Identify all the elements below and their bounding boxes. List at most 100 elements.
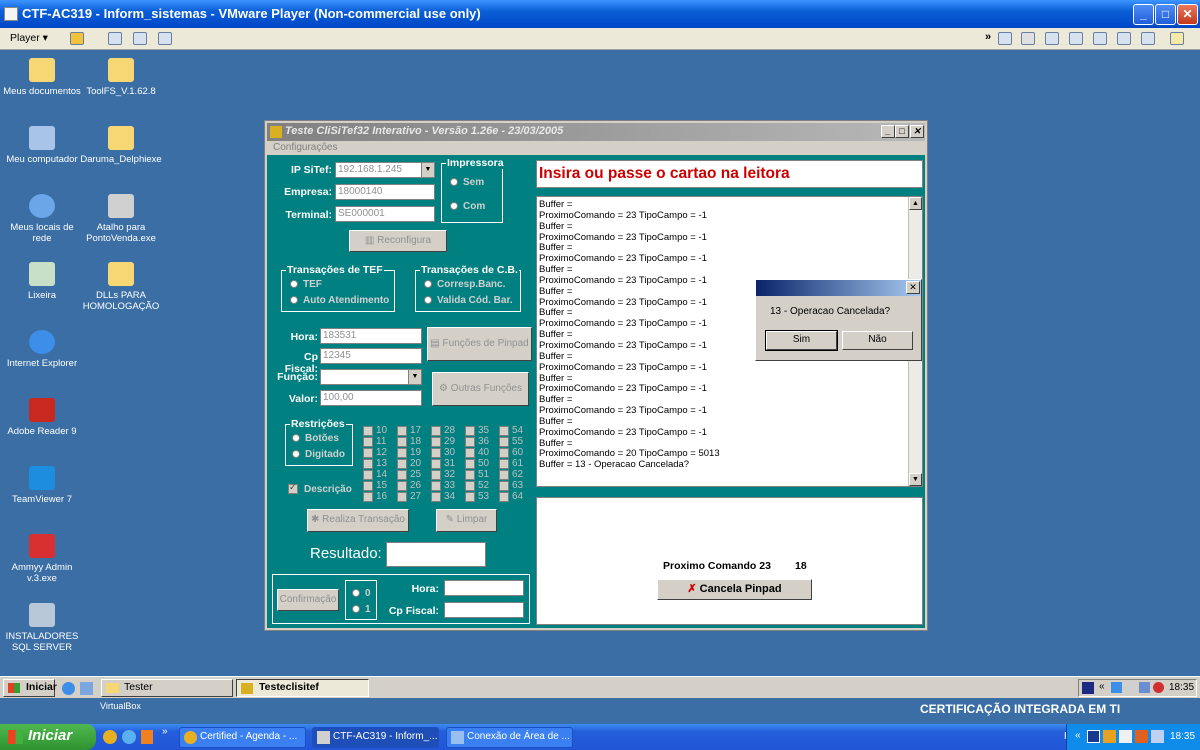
outras-funcoes-button[interactable]: ⚙ Outras Funções bbox=[432, 372, 529, 406]
unity-icon[interactable] bbox=[158, 32, 172, 45]
radio-valida-cod-bar[interactable]: Valida Cód. Bar. bbox=[424, 295, 513, 306]
desktop-icon-adobe-reader[interactable]: Adobe Reader 9 bbox=[1, 398, 83, 437]
more-devices-icon[interactable]: » bbox=[985, 31, 991, 43]
dialog-sim-button[interactable]: Sim bbox=[766, 331, 837, 350]
restriction-checkbox[interactable] bbox=[465, 481, 475, 491]
desktop-icon-dlls[interactable]: DLLs PARA HOMOLOGAÇÃO bbox=[80, 262, 162, 312]
desktop-icon-internet-explorer[interactable]: Internet Explorer bbox=[1, 330, 83, 369]
dialog-close-button[interactable]: ✕ bbox=[906, 281, 920, 294]
restriction-checkbox[interactable] bbox=[397, 492, 407, 502]
desktop-icon-meus-documentos[interactable]: Meus documentos bbox=[1, 58, 83, 97]
desktop-icon-meus-locais-rede[interactable]: Meus locais de rede bbox=[1, 194, 83, 244]
radio-sem[interactable]: Sem bbox=[450, 177, 484, 188]
host-maximize-button[interactable]: □ bbox=[1155, 4, 1176, 25]
tray-expand-icon[interactable]: « bbox=[1099, 681, 1105, 692]
limpar-button[interactable]: ✎ Limpar bbox=[436, 509, 497, 532]
restriction-checkbox[interactable] bbox=[499, 448, 509, 458]
funcoes-pinpad-button[interactable]: ▤ Funções de Pinpad bbox=[427, 327, 532, 361]
empresa-field[interactable]: 18000140 bbox=[335, 184, 435, 200]
host-task-ctf[interactable]: CTF-AC319 - Inform_... bbox=[312, 727, 439, 748]
guest-task-testeclisitef[interactable]: Testeclisitef bbox=[236, 679, 369, 697]
restriction-checkbox[interactable] bbox=[431, 470, 441, 480]
restriction-checkbox[interactable] bbox=[397, 426, 407, 436]
restriction-checkbox[interactable] bbox=[499, 437, 509, 447]
restriction-checkbox[interactable] bbox=[431, 426, 441, 436]
confirmacao-button[interactable]: Confirmação bbox=[277, 589, 339, 611]
device-network-icon[interactable] bbox=[1045, 32, 1059, 45]
desktop-icon-daruma[interactable]: Daruma_Delphiexe bbox=[80, 126, 162, 165]
host-task-conexao[interactable]: Conexão de Área de ... bbox=[446, 727, 573, 748]
device-usb4-icon[interactable] bbox=[1141, 32, 1155, 45]
device-usb2-icon[interactable] bbox=[1093, 32, 1107, 45]
guest-task-tester[interactable]: Tester bbox=[101, 679, 233, 697]
host-start-button[interactable]: Iniciar bbox=[0, 724, 96, 750]
message-log-icon[interactable] bbox=[1170, 32, 1184, 45]
restriction-checkbox[interactable] bbox=[499, 426, 509, 436]
restriction-checkbox[interactable] bbox=[363, 437, 373, 447]
quicklaunch-ie-icon[interactable] bbox=[122, 730, 136, 744]
host-minimize-button[interactable]: _ bbox=[1133, 4, 1154, 25]
restriction-checkbox[interactable] bbox=[397, 448, 407, 458]
tray-network-icon[interactable] bbox=[1111, 682, 1122, 693]
restriction-checkbox[interactable] bbox=[431, 448, 441, 458]
player-menu[interactable]: Player ▾ bbox=[10, 32, 48, 44]
restriction-checkbox[interactable] bbox=[397, 470, 407, 480]
restriction-checkbox[interactable] bbox=[431, 437, 441, 447]
tray-icon-5[interactable] bbox=[1151, 730, 1164, 743]
radio-tef[interactable]: TEF bbox=[290, 279, 322, 290]
cancela-pinpad-button[interactable]: ✗ Cancela Pinpad bbox=[657, 579, 812, 600]
device-cd-icon[interactable] bbox=[1021, 32, 1035, 45]
restriction-checkbox[interactable] bbox=[465, 426, 475, 436]
restriction-checkbox[interactable] bbox=[499, 470, 509, 480]
restriction-checkbox[interactable] bbox=[397, 437, 407, 447]
app-minimize-button[interactable]: _ bbox=[881, 125, 895, 138]
cp-fiscal-field[interactable]: 12345 bbox=[320, 348, 422, 364]
restriction-checkbox[interactable] bbox=[499, 492, 509, 502]
restriction-checkbox[interactable] bbox=[363, 492, 373, 502]
menu-configuracoes[interactable]: Configurações bbox=[273, 142, 337, 153]
device-usb-icon[interactable] bbox=[1069, 32, 1083, 45]
tray-vb-icon[interactable] bbox=[1087, 730, 1100, 743]
radio-1[interactable]: 1 bbox=[352, 604, 371, 615]
restriction-checkbox[interactable] bbox=[499, 481, 509, 491]
restriction-checkbox[interactable] bbox=[363, 459, 373, 469]
app-close-button[interactable]: ✕ bbox=[910, 125, 924, 138]
funcao-select[interactable]: ▼ bbox=[320, 369, 422, 385]
restriction-checkbox[interactable] bbox=[465, 437, 475, 447]
desktop-icon-toolfs[interactable]: ToolFS_V.1.62.8 bbox=[80, 58, 162, 97]
restriction-checkbox[interactable] bbox=[363, 448, 373, 458]
resultado-field[interactable] bbox=[386, 542, 486, 567]
restriction-checkbox[interactable] bbox=[465, 459, 475, 469]
host-task-certified[interactable]: Certified - Agenda - ... bbox=[179, 727, 306, 748]
restriction-checkbox[interactable] bbox=[465, 448, 475, 458]
ip-sitef-select[interactable]: 192.168.1.245 ▼ bbox=[335, 162, 435, 178]
desktop-icon-lixeira[interactable]: Lixeira bbox=[1, 262, 83, 301]
tray-icon-4[interactable] bbox=[1135, 730, 1148, 743]
dialog-nao-button[interactable]: Não bbox=[842, 331, 913, 350]
desktop-icon-meu-computador[interactable]: Meu computador bbox=[1, 126, 83, 165]
device-hdd-icon[interactable] bbox=[998, 32, 1012, 45]
restriction-checkbox[interactable] bbox=[499, 459, 509, 469]
app-maximize-button[interactable]: □ bbox=[895, 125, 909, 138]
scroll-down-icon[interactable]: ▼ bbox=[909, 473, 922, 486]
valor-field[interactable]: 100,00 bbox=[320, 390, 422, 406]
tray-icon-2[interactable] bbox=[1103, 730, 1116, 743]
restriction-checkbox[interactable] bbox=[363, 426, 373, 436]
hora-field[interactable]: 183531 bbox=[320, 328, 422, 344]
tray-icon-3[interactable] bbox=[1119, 730, 1132, 743]
device-usb3-icon[interactable] bbox=[1117, 32, 1131, 45]
quicklaunch-chrome-icon[interactable] bbox=[103, 730, 117, 744]
tray-app-icon[interactable] bbox=[1125, 682, 1136, 693]
tray-lang-icon[interactable] bbox=[1082, 682, 1094, 694]
restriction-checkbox[interactable] bbox=[363, 470, 373, 480]
restriction-checkbox[interactable] bbox=[465, 492, 475, 502]
restriction-checkbox[interactable] bbox=[431, 481, 441, 491]
fullscreen-icon[interactable] bbox=[133, 32, 147, 45]
guest-start-button[interactable]: Iniciar bbox=[3, 679, 57, 697]
hora2-field[interactable] bbox=[444, 580, 524, 596]
quicklaunch-ie-icon[interactable] bbox=[62, 682, 75, 695]
pause-icon[interactable] bbox=[70, 32, 84, 45]
host-close-button[interactable]: ✕ bbox=[1177, 4, 1198, 25]
restriction-checkbox[interactable] bbox=[431, 492, 441, 502]
tray-display-icon[interactable] bbox=[1139, 682, 1150, 693]
